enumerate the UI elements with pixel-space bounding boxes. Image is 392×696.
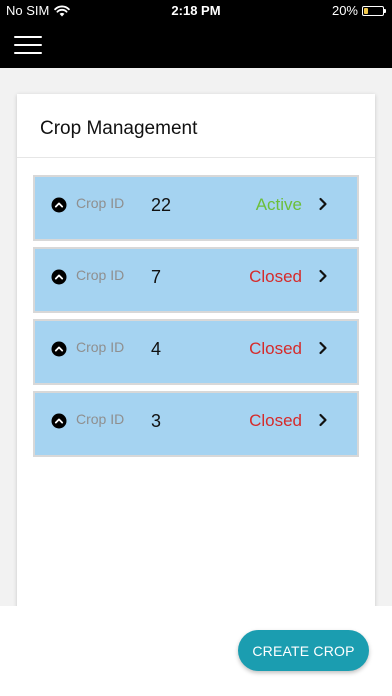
chevron-up-circle-icon[interactable] (51, 341, 67, 357)
page-title: Crop Management (40, 118, 198, 139)
chevron-right-icon[interactable] (317, 269, 329, 283)
crop-row[interactable]: Crop ID 7 Closed (33, 247, 359, 313)
battery-percent: 20% (331, 3, 358, 18)
crop-id-value: 3 (151, 411, 162, 431)
crop-id-label: Crop ID (76, 411, 125, 427)
crop-status: Closed (249, 411, 302, 430)
navigation-bar (0, 22, 392, 68)
card-header: Crop Management (17, 94, 375, 158)
crop-status: Active (255, 195, 302, 214)
crop-id-value: 4 (151, 339, 162, 359)
crop-id-label: Crop ID (76, 195, 125, 211)
chevron-up-circle-icon[interactable] (51, 269, 67, 285)
battery-icon (362, 5, 386, 16)
crop-row[interactable]: Crop ID 4 Closed (33, 319, 359, 385)
crop-status: Closed (249, 339, 302, 358)
chevron-right-icon[interactable] (317, 197, 329, 211)
chevron-right-icon[interactable] (317, 413, 329, 427)
hamburger-menu-icon[interactable] (14, 36, 42, 54)
crop-management-card: Crop Management Crop ID 22 Active Crop ID 7 C… (17, 94, 375, 614)
crop-status: Closed (249, 267, 302, 286)
crop-id-value: 7 (151, 267, 162, 287)
crop-row[interactable]: Crop ID 22 Active (33, 175, 359, 241)
chevron-right-icon[interactable] (317, 341, 329, 355)
crop-row[interactable]: Crop ID 3 Closed (33, 391, 359, 457)
battery-fill (364, 7, 368, 14)
status-bar: No SIM 2:18 PM 20% (0, 0, 392, 22)
crop-id-label: Crop ID (76, 267, 125, 283)
battery-indicator: 20% (331, 3, 386, 18)
create-crop-button[interactable]: CREATE CROP (238, 630, 369, 671)
crop-id-value: 22 (151, 195, 172, 215)
chevron-up-circle-icon[interactable] (51, 197, 67, 213)
crop-id-label: Crop ID (76, 339, 125, 355)
chevron-up-circle-icon[interactable] (51, 413, 67, 429)
crop-list: Crop ID 22 Active Crop ID 7 Closed Crop ID 4 Clo… (33, 175, 359, 463)
